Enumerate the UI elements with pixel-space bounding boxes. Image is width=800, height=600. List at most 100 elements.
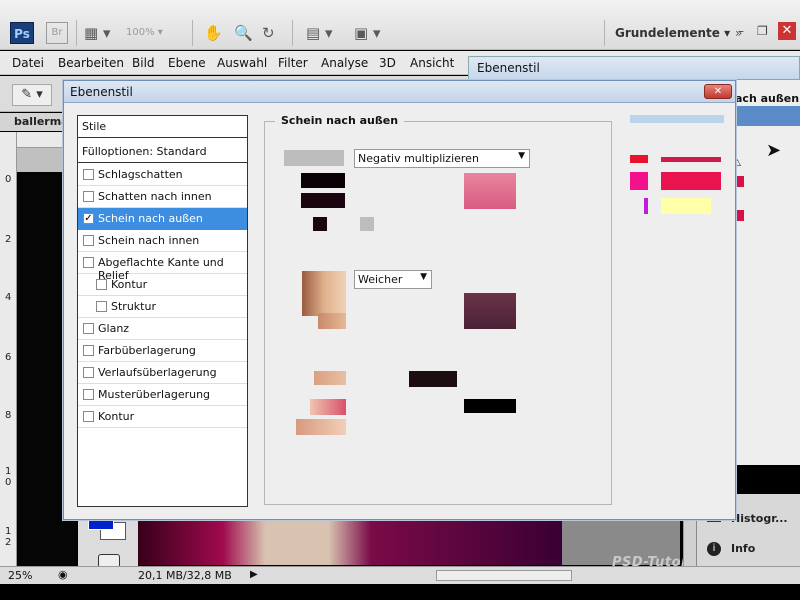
bridge-button[interactable]: Br (46, 22, 68, 44)
style-checkbox[interactable] (83, 191, 94, 202)
style-checkbox[interactable] (83, 323, 94, 334)
color-swatch[interactable] (313, 217, 327, 231)
view-extras-icon[interactable]: ▦ ▾ (84, 22, 110, 44)
style-item[interactable]: Glanz (78, 318, 247, 340)
style-item[interactable]: Struktur (78, 296, 247, 318)
right-panel (735, 80, 800, 465)
style-item-label: Glanz (98, 322, 130, 335)
menu-bearbeiten[interactable]: Bearbeiten (58, 56, 124, 70)
style-item-label: Schein nach außen (98, 212, 203, 225)
section-title: Schein nach außen (275, 114, 405, 127)
style-item[interactable]: Schatten nach innen (78, 186, 247, 208)
eyedropper-tool-preset[interactable]: ✎ ▾ (12, 84, 52, 106)
application-bar: Ps Br ▦ ▾ 100% ▾ ✋ 🔍 ↻ ▤ ▾ ▣ ▾ Grundelem… (0, 0, 800, 50)
screen-mode-icon[interactable]: ▣ ▾ (354, 22, 380, 44)
hand-tool-icon[interactable]: ✋ (204, 22, 223, 44)
style-checkbox[interactable] (83, 257, 94, 268)
dialog-close-button[interactable]: ✕ (704, 84, 732, 99)
obscured-image (318, 313, 346, 329)
zoom-level: 100% (126, 27, 155, 38)
technique-dropdown[interactable]: Weicher ▼ (354, 270, 432, 289)
obscured-label (284, 150, 344, 166)
background-dialog-title: Ebenenstil (468, 56, 800, 80)
style-checkbox[interactable] (83, 235, 94, 246)
menu-auswahl[interactable]: Auswahl (217, 56, 267, 70)
glow-swatch-magenta (630, 172, 648, 190)
document-photo[interactable] (138, 515, 562, 565)
style-checkbox[interactable] (83, 367, 94, 378)
glow-bar-yellow (661, 198, 711, 214)
obscured-label (301, 193, 345, 208)
style-checkbox[interactable] (96, 279, 107, 290)
obscured-slider (464, 293, 516, 329)
workspace-switcher[interactable]: Grundelemente ▾ (615, 26, 730, 40)
arrange-documents-icon[interactable]: ▤ ▾ (306, 22, 332, 44)
separator (76, 20, 77, 46)
glow-bar-purple (644, 198, 648, 214)
obscured-image (296, 419, 346, 435)
glow-swatch-red (630, 155, 648, 163)
restore-button[interactable]: ❐ (757, 24, 768, 38)
close-window-button[interactable]: ✕ (778, 22, 796, 40)
style-checkbox[interactable] (83, 169, 94, 180)
background-section-label: ach außen (735, 92, 800, 105)
style-item-label: Farbüberlagerung (98, 344, 196, 357)
style-checkbox[interactable] (83, 411, 94, 422)
style-item[interactable]: Musterüberlagerung (78, 384, 247, 406)
zoom-percentage[interactable]: 25% (8, 569, 32, 582)
technique-value: Weicher (358, 273, 403, 286)
separator (192, 20, 193, 46)
zoom-tool-icon[interactable]: 🔍 (234, 22, 253, 44)
dialog-titlebar[interactable]: Ebenenstil ✕ (64, 81, 735, 103)
obscured-slider (464, 173, 516, 209)
panel-histogram[interactable]: Histogr... (731, 512, 788, 525)
status-arrow-icon[interactable]: ▶ (250, 569, 258, 580)
menu-ebene[interactable]: Ebene (168, 56, 206, 70)
style-checkbox[interactable] (96, 301, 107, 312)
separator (604, 20, 605, 46)
ok-button-placeholder[interactable] (630, 115, 724, 123)
menu-filter[interactable]: Filter (278, 56, 308, 70)
style-checkbox[interactable]: ✓ (83, 213, 94, 224)
rotate-view-icon[interactable]: ↻ (262, 22, 275, 44)
glow-preview (661, 172, 721, 190)
status-menu-icon[interactable]: ◉ (58, 568, 68, 581)
gradient-swatch[interactable] (360, 217, 374, 231)
menu-datei[interactable]: Datei (12, 56, 44, 70)
blend-mode-dropdown[interactable]: Negativ multiplizieren ▼ (354, 149, 530, 168)
style-item-label: Verlaufsüberlagerung (98, 366, 217, 379)
style-item[interactable]: Farbüberlagerung (78, 340, 247, 362)
style-item[interactable]: ✓ Schein nach außen (78, 208, 247, 230)
right-panel-header (735, 106, 800, 126)
document-tab[interactable]: ballermar (0, 113, 74, 131)
fill-options-item[interactable]: Fülloptionen: Standard (78, 141, 247, 163)
minimize-button[interactable]: – (738, 24, 744, 38)
style-item-label: Kontur (98, 410, 135, 423)
info-icon: i (707, 542, 721, 556)
status-bar: 25% ◉ 20,1 MB/32,8 MB ▶ (0, 566, 800, 584)
menu-3d[interactable]: 3D (379, 56, 396, 70)
menu-analyse[interactable]: Analyse (321, 56, 368, 70)
obscured-image (314, 371, 346, 385)
style-item[interactable]: Schlagschatten (78, 164, 247, 186)
dialog-title: Ebenenstil (70, 85, 133, 99)
layer-style-dialog: Ebenenstil ✕ Stile Fülloptionen: Standar… (63, 80, 736, 520)
zoom-level-select[interactable]: 100% ▾ (126, 25, 180, 41)
style-item[interactable]: Abgeflachte Kante und Relief (78, 252, 247, 282)
ruler-tick: 1 0 (5, 466, 12, 488)
panel-swatch (736, 210, 744, 221)
style-item[interactable]: Schein nach innen (78, 230, 247, 252)
style-item[interactable]: Verlaufsüberlagerung (78, 362, 247, 384)
style-checkbox[interactable] (83, 345, 94, 356)
style-checkbox[interactable] (83, 389, 94, 400)
menu-bild[interactable]: Bild (132, 56, 155, 70)
ruler-tick: 8 (5, 410, 12, 421)
styles-header[interactable]: Stile (78, 116, 247, 138)
style-item[interactable]: Kontur (78, 406, 247, 428)
horizontal-scrollbar[interactable] (436, 570, 572, 581)
obscured-image (310, 399, 346, 415)
style-item[interactable]: Kontur (78, 274, 247, 296)
panel-info[interactable]: Info (731, 542, 755, 555)
obscured-slider (464, 399, 516, 413)
menu-ansicht[interactable]: Ansicht (410, 56, 454, 70)
